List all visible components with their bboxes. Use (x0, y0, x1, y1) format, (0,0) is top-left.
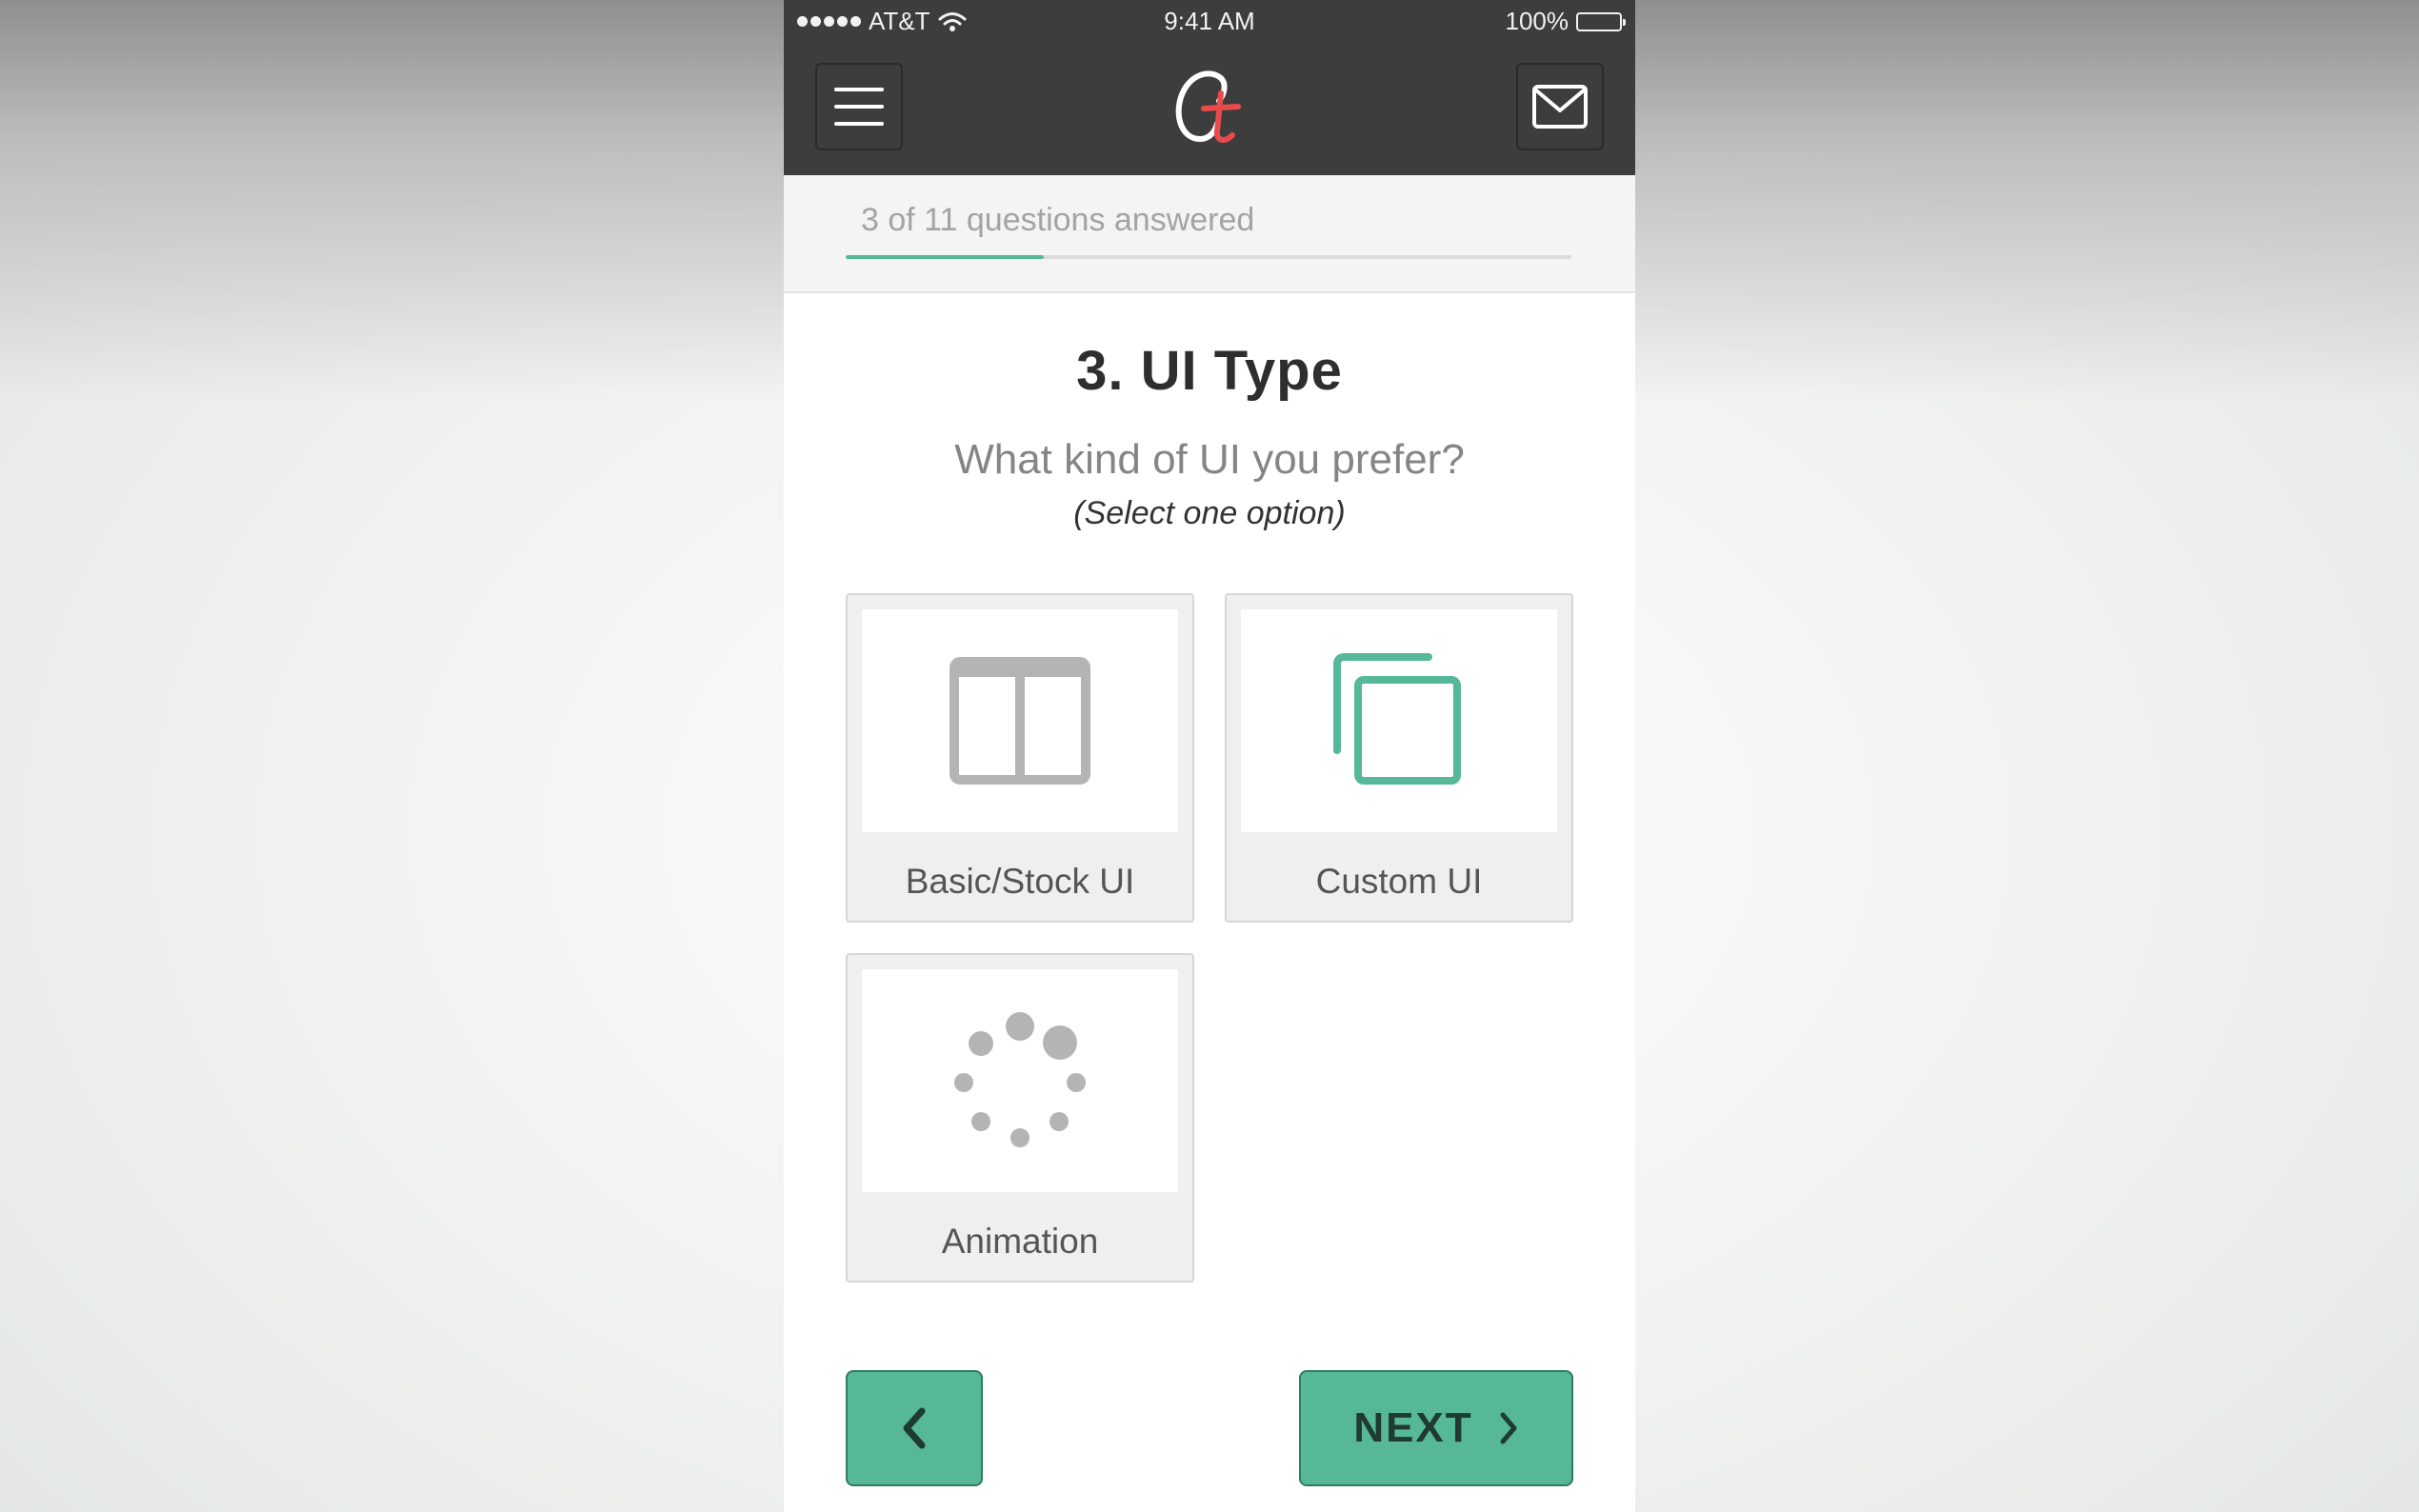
menu-button[interactable] (815, 63, 903, 150)
option-label: Custom UI (1315, 862, 1483, 901)
hamburger-menu-icon (834, 88, 884, 126)
chevron-left-icon (903, 1407, 926, 1449)
option-label: Basic/Stock UI (905, 862, 1135, 901)
progress-section: 3 of 11 questions answered (784, 175, 1635, 293)
option-label: Animation (941, 1222, 1099, 1261)
status-right: 100% (1505, 7, 1626, 36)
progress-bar (846, 255, 1571, 259)
status-bar: AT&T 9:41 AM 100% (784, 0, 1635, 44)
option-custom-ui[interactable]: Custom UI (1225, 593, 1573, 923)
chevron-right-icon (1500, 1412, 1517, 1444)
brand-logo-icon (1175, 70, 1241, 143)
progress-bar-fill (846, 255, 1044, 259)
question-hint: (Select one option) (1073, 495, 1346, 531)
top-navbar (784, 44, 1635, 175)
loading-spinner-icon (954, 1012, 1086, 1147)
option-animation[interactable]: Animation (846, 953, 1194, 1283)
option-thumbnail (1241, 609, 1557, 832)
overlapping-squares-icon (1333, 653, 1461, 785)
envelope-icon (1532, 85, 1588, 129)
mail-button[interactable] (1516, 63, 1604, 150)
option-thumbnail (862, 609, 1178, 832)
option-basic-stock-ui[interactable]: Basic/Stock UI (846, 593, 1194, 923)
split-panel-icon (950, 657, 1090, 785)
battery-percent: 100% (1505, 7, 1569, 35)
question-subtitle: What kind of UI you prefer? (954, 436, 1465, 483)
question-title: 3. UI Type (1076, 340, 1343, 402)
next-button-label: NEXT (1353, 1404, 1473, 1451)
battery-icon (1576, 11, 1626, 31)
next-button[interactable]: NEXT (1299, 1370, 1573, 1486)
option-thumbnail (862, 969, 1178, 1192)
phone-screen: AT&T 9:41 AM 100% 3 of 11 questions answ… (784, 0, 1635, 1512)
progress-text: 3 of 11 questions answered (861, 202, 1255, 238)
back-button[interactable] (846, 1370, 983, 1486)
